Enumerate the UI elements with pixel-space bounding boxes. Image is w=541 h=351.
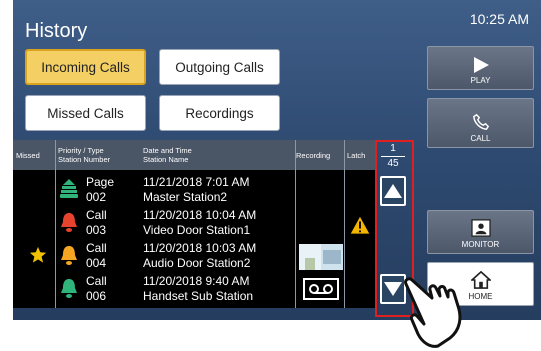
header-datetime: Date and Time	[143, 146, 192, 155]
pointing-hand-icon	[404, 277, 462, 348]
page-speaker-icon	[60, 179, 78, 198]
call-label: CALL	[470, 134, 491, 143]
play-label: PLAY	[470, 76, 491, 85]
phone-icon	[472, 113, 489, 130]
tab-missed-calls-label: Missed Calls	[47, 105, 124, 121]
table-header: Missed Priority / Type Station Number Da…	[13, 140, 375, 170]
clock: 10:25 AM	[469, 11, 529, 27]
latch-warning-icon	[349, 215, 371, 235]
missed-star-icon	[29, 246, 47, 263]
page-title: History	[25, 20, 88, 42]
tab-missed-calls[interactable]: Missed Calls	[25, 95, 146, 131]
play-button[interactable]: PLAY	[427, 46, 534, 90]
voice-recording-icon[interactable]	[303, 278, 339, 300]
bell-icon	[61, 279, 77, 298]
history-screen: History 10:25 AM Incoming Calls Outgoing…	[13, 0, 541, 320]
header-station-name: Station Name	[143, 155, 189, 164]
table-row[interactable]: Call 004 11/20/2018 10:03 AM Audio Door …	[13, 240, 375, 273]
row-datetime: 11/21/2018 7:01 AM	[143, 175, 250, 189]
monitor-button[interactable]: MONITOR	[427, 210, 534, 254]
call-button[interactable]: CALL	[427, 98, 534, 148]
table-row[interactable]: Call 006 11/20/2018 9:40 AM Handset Sub …	[13, 273, 375, 306]
monitor-label: MONITOR	[461, 240, 500, 249]
row-type: Call	[86, 241, 107, 255]
row-station-name: Video Door Station1	[143, 223, 251, 237]
tab-recordings-label: Recordings	[185, 105, 254, 121]
row-datetime: 11/20/2018 10:04 AM	[143, 208, 257, 222]
row-type: Call	[86, 208, 107, 222]
table-row[interactable]: Page 002 11/21/2018 7:01 AM Master Stati…	[13, 174, 375, 207]
play-icon	[473, 57, 489, 73]
row-station-name: Handset Sub Station	[143, 289, 254, 303]
row-station-name: Audio Door Station2	[143, 256, 251, 270]
table-row[interactable]: Call 003 11/20/2018 10:04 AM Video Door …	[13, 207, 375, 240]
header-recording: Recording	[296, 151, 331, 160]
row-station-number: 004	[86, 256, 107, 270]
tab-incoming-calls[interactable]: Incoming Calls	[25, 49, 146, 85]
row-datetime: 11/20/2018 9:40 AM	[143, 274, 250, 288]
history-table: Missed Priority / Type Station Number Da…	[13, 140, 375, 308]
bell-icon	[61, 246, 77, 265]
tab-outgoing-calls[interactable]: Outgoing Calls	[159, 49, 280, 85]
row-station-number: 002	[86, 190, 107, 204]
video-thumbnail[interactable]	[299, 244, 343, 270]
tab-recordings[interactable]: Recordings	[159, 95, 280, 131]
row-station-number: 006	[86, 289, 107, 303]
monitor-icon	[470, 219, 491, 237]
header-missed: Missed	[16, 151, 40, 160]
bell-icon	[61, 213, 77, 232]
header-latch: Latch	[347, 151, 366, 160]
row-station-name: Master Station2	[143, 190, 228, 204]
tab-outgoing-calls-label: Outgoing Calls	[175, 59, 264, 75]
header-station-number: Station Number	[58, 155, 111, 164]
row-type: Page	[86, 175, 115, 189]
row-type: Call	[86, 274, 107, 288]
row-datetime: 11/20/2018 10:03 AM	[143, 241, 257, 255]
tab-incoming-calls-label: Incoming Calls	[41, 59, 130, 75]
header-priority: Priority / Type	[58, 146, 104, 155]
row-station-number: 003	[86, 223, 107, 237]
